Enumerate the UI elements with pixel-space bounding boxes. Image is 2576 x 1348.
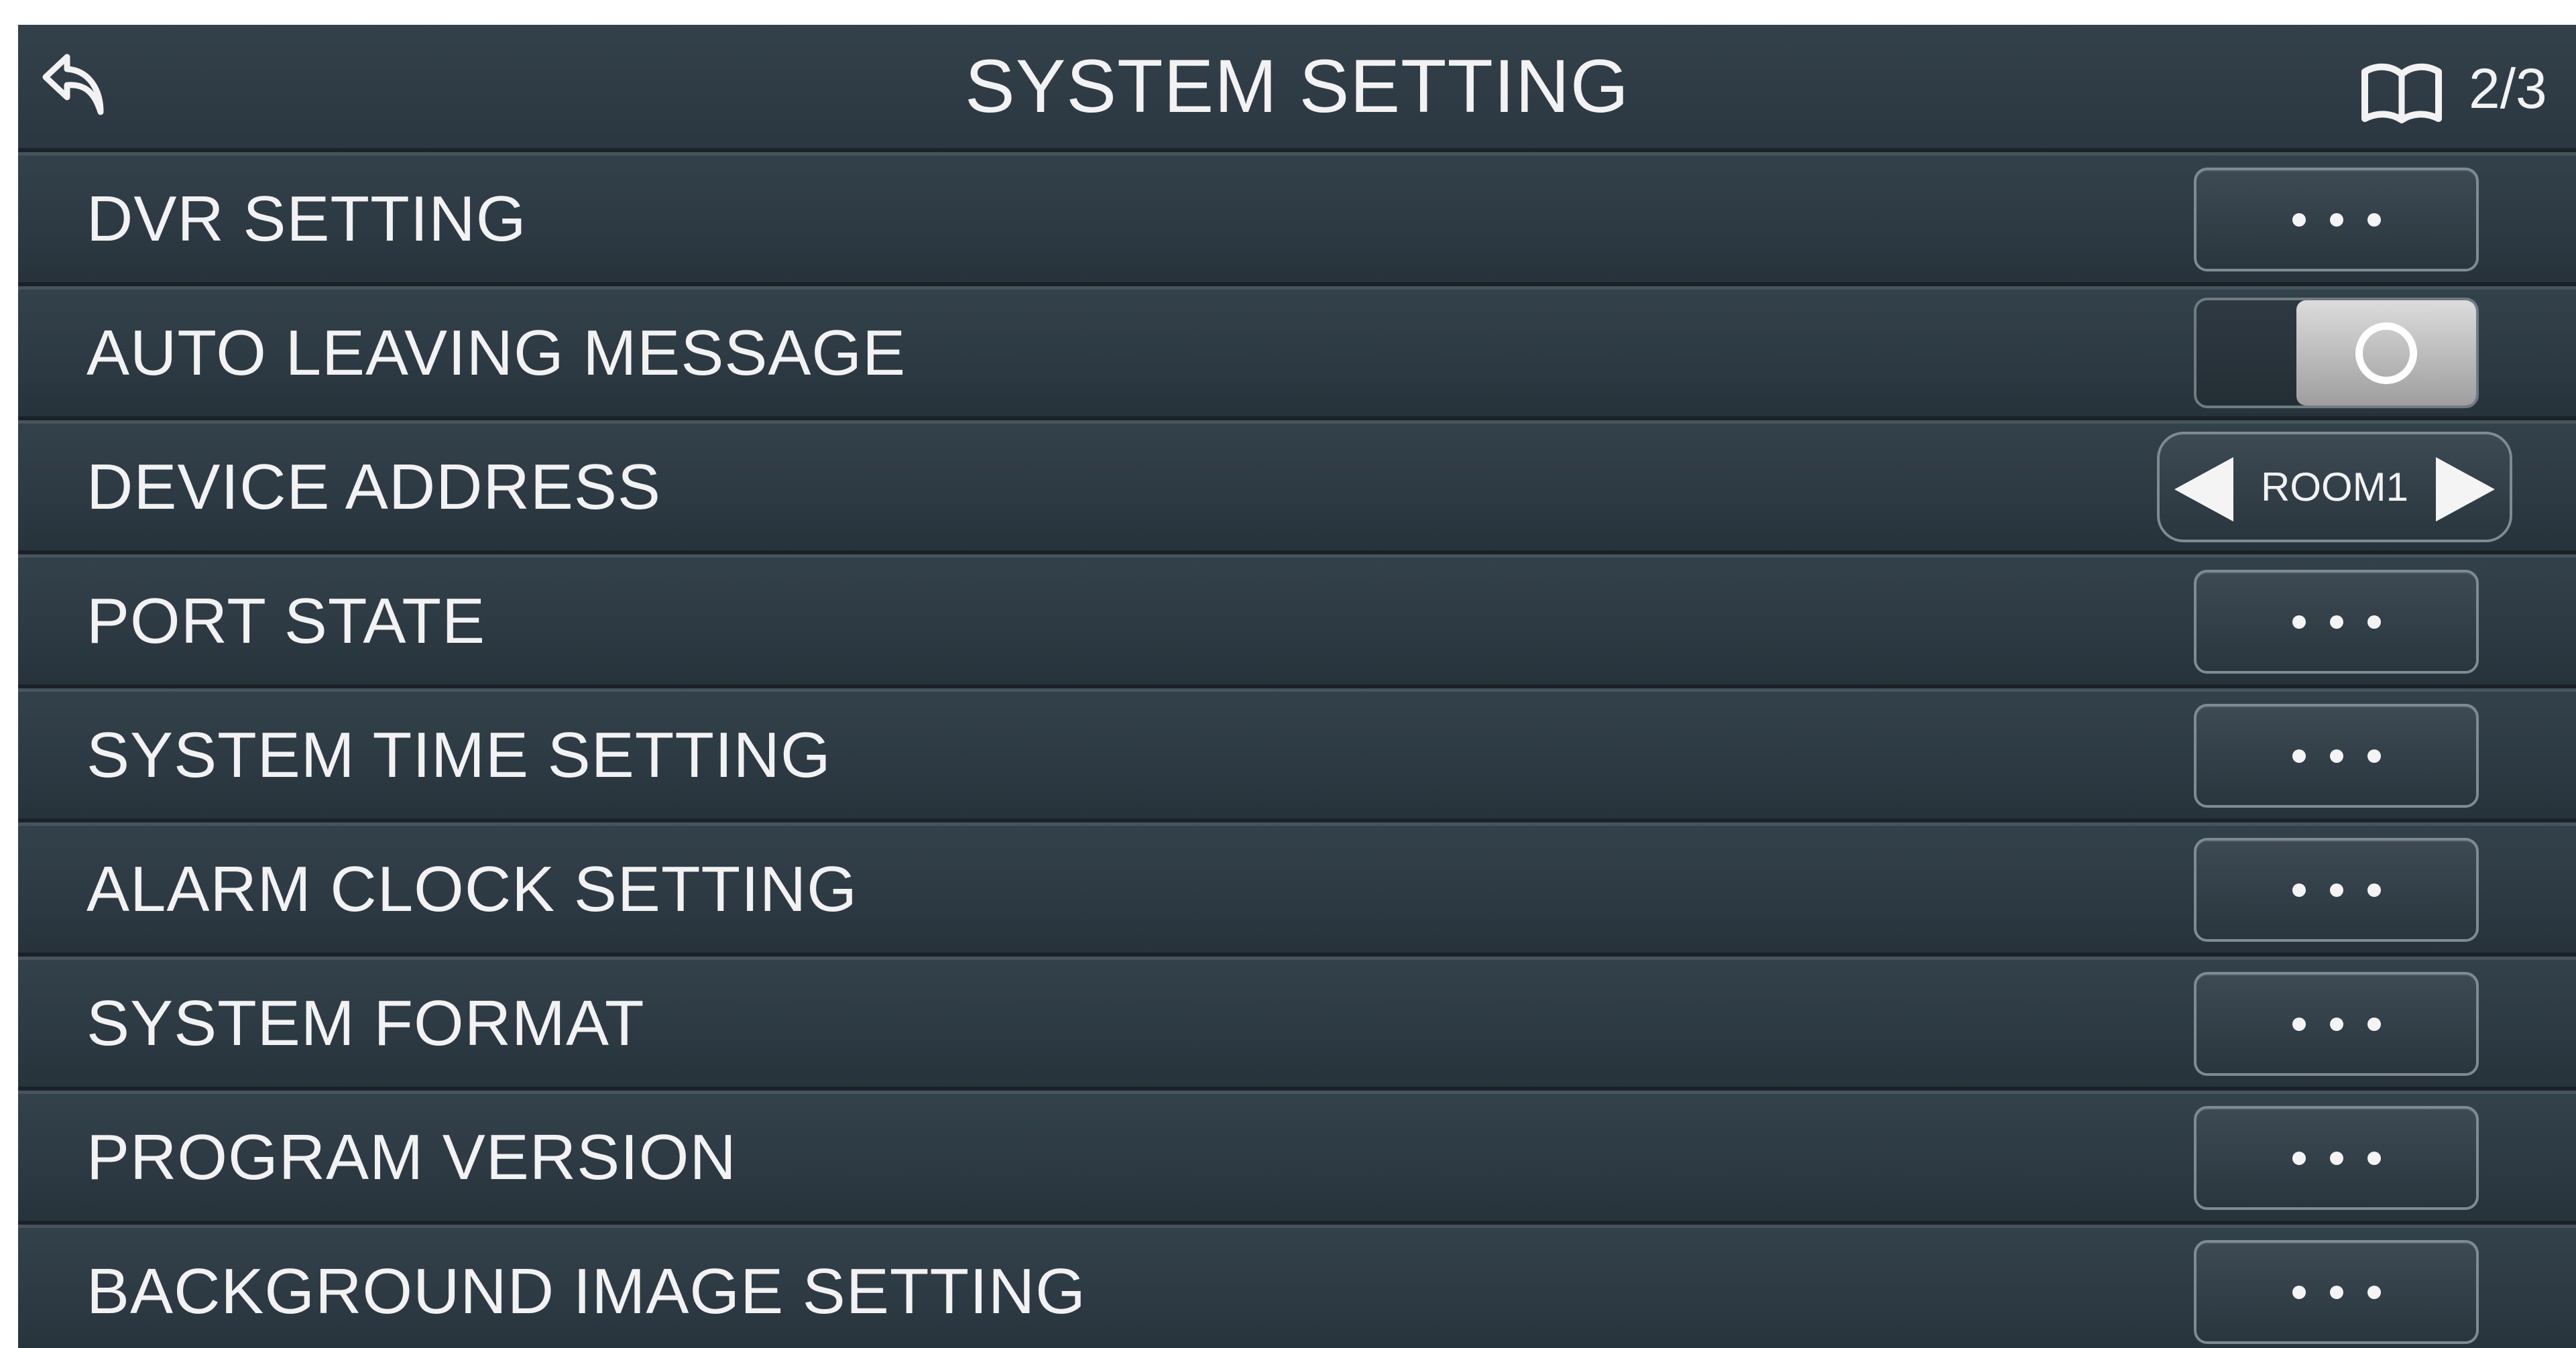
- dot-icon: [2329, 212, 2343, 227]
- settings-row-device-address[interactable]: DEVICE ADDRESS ROOM1: [18, 420, 2576, 554]
- row-label: PROGRAM VERSION: [86, 1121, 737, 1193]
- system-time-more-button[interactable]: [2194, 704, 2479, 808]
- dvr-setting-more-button[interactable]: [2194, 168, 2479, 271]
- dot-icon: [2329, 1017, 2343, 1031]
- settings-row-program-version[interactable]: PROGRAM VERSION: [18, 1091, 2576, 1225]
- dot-icon: [2367, 749, 2381, 763]
- dot-icon: [2367, 615, 2381, 629]
- dot-icon: [2367, 212, 2381, 227]
- header-bar: SYSTEM SETTING 2/3: [18, 25, 2576, 152]
- dot-icon: [2367, 1285, 2381, 1299]
- settings-row-auto-leaving-message[interactable]: AUTO LEAVING MESSAGE: [18, 286, 2576, 420]
- dot-icon: [2292, 615, 2306, 629]
- background-image-more-button[interactable]: [2194, 1240, 2479, 1344]
- settings-row-system-format[interactable]: SYSTEM FORMAT: [18, 957, 2576, 1091]
- auto-leaving-message-toggle[interactable]: [2194, 298, 2479, 408]
- row-label: BACKGROUND IMAGE SETTING: [86, 1255, 1086, 1327]
- dot-icon: [2292, 212, 2306, 227]
- page-indicator: 2/3: [2469, 57, 2547, 120]
- toggle-circle-icon: [2355, 322, 2417, 384]
- toggle-knob: [2296, 300, 2476, 406]
- settings-row-system-time[interactable]: SYSTEM TIME SETTING: [18, 688, 2576, 822]
- dot-icon: [2329, 1151, 2343, 1165]
- dot-icon: [2292, 1017, 2306, 1031]
- dot-icon: [2292, 1285, 2306, 1299]
- settings-row-dvr[interactable]: DVR SETTING: [18, 152, 2576, 286]
- row-label: DEVICE ADDRESS: [86, 451, 661, 523]
- book-icon[interactable]: [2358, 60, 2445, 127]
- alarm-clock-more-button[interactable]: [2194, 838, 2479, 942]
- port-state-more-button[interactable]: [2194, 570, 2479, 674]
- program-version-more-button[interactable]: [2194, 1106, 2479, 1210]
- page-title: SYSTEM SETTING: [965, 44, 1629, 128]
- dot-icon: [2329, 1285, 2343, 1299]
- dot-icon: [2329, 749, 2343, 763]
- settings-list: DVR SETTING AUTO LEAVING MESSAGE DEVICE …: [18, 152, 2576, 1348]
- dot-icon: [2292, 1151, 2306, 1165]
- row-label: SYSTEM TIME SETTING: [86, 719, 831, 791]
- dot-icon: [2367, 1151, 2381, 1165]
- dot-icon: [2367, 1017, 2381, 1031]
- dot-icon: [2329, 615, 2343, 629]
- row-label: DVR SETTING: [86, 183, 527, 255]
- dot-icon: [2329, 883, 2343, 897]
- row-label: AUTO LEAVING MESSAGE: [86, 317, 906, 389]
- arrow-right-icon[interactable]: [2436, 457, 2495, 522]
- dot-icon: [2367, 883, 2381, 897]
- row-label: ALARM CLOCK SETTING: [86, 853, 858, 925]
- settings-row-background-image[interactable]: BACKGROUND IMAGE SETTING: [18, 1225, 2576, 1348]
- system-format-more-button[interactable]: [2194, 972, 2479, 1076]
- dot-icon: [2292, 749, 2306, 763]
- device-address-stepper[interactable]: ROOM1: [2157, 432, 2512, 542]
- row-label: SYSTEM FORMAT: [86, 987, 645, 1059]
- system-setting-panel: SYSTEM SETTING 2/3 DVR SETTING AUTO LEAV…: [18, 25, 2576, 1348]
- settings-row-alarm-clock[interactable]: ALARM CLOCK SETTING: [18, 822, 2576, 957]
- settings-row-port-state[interactable]: PORT STATE: [18, 554, 2576, 688]
- device-address-value: ROOM1: [2260, 465, 2409, 509]
- row-label: PORT STATE: [86, 585, 485, 657]
- arrow-left-icon[interactable]: [2174, 457, 2233, 522]
- dot-icon: [2292, 883, 2306, 897]
